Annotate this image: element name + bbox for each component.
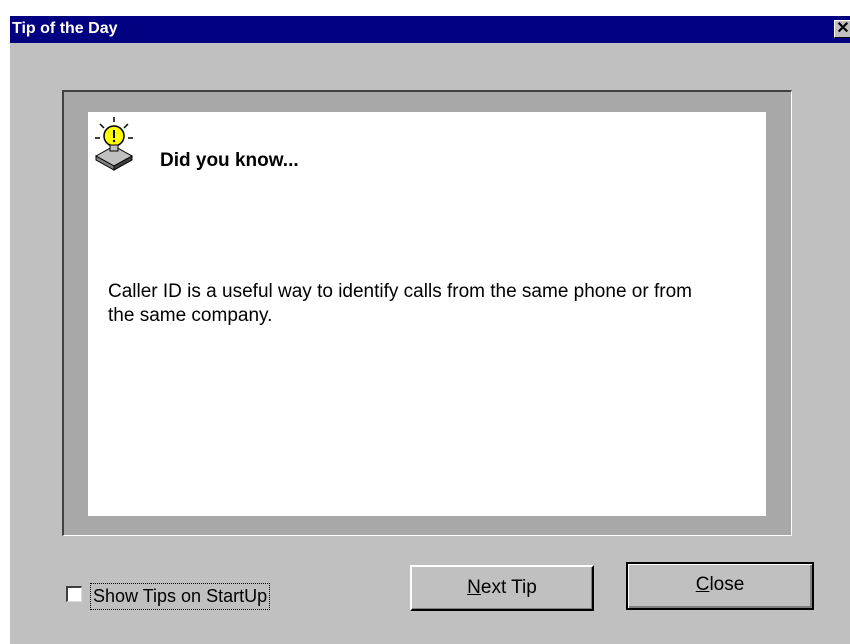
show-tips-label[interactable]: Show Tips on StartUp <box>90 583 271 610</box>
close-label: lose <box>709 574 745 595</box>
window-title: Tip of the Day <box>12 20 118 37</box>
lightbulb-icon <box>94 117 134 171</box>
next-tip-label: ext Tip <box>480 577 537 598</box>
close-mnemonic: C <box>695 574 710 595</box>
tip-text: Caller ID is a useful way to identify ca… <box>108 281 692 326</box>
tip-frame: Did you know... Caller ID is a useful wa… <box>62 90 792 536</box>
close-window-icon[interactable]: ✕ <box>834 20 850 38</box>
title-bar[interactable]: Tip of the Day ✕ <box>10 16 850 43</box>
show-tips-checkbox[interactable] <box>66 586 82 602</box>
next-tip-button[interactable]: Next Tip <box>410 565 594 611</box>
did-you-know-heading: Did you know... <box>160 150 299 171</box>
tip-content-panel: Did you know... Caller ID is a useful wa… <box>88 112 766 516</box>
next-tip-mnemonic: N <box>467 577 481 598</box>
close-button[interactable]: Close <box>626 562 814 610</box>
tip-of-the-day-dialog: Tip of the Day ✕ Did you know... Caller … <box>10 16 850 644</box>
